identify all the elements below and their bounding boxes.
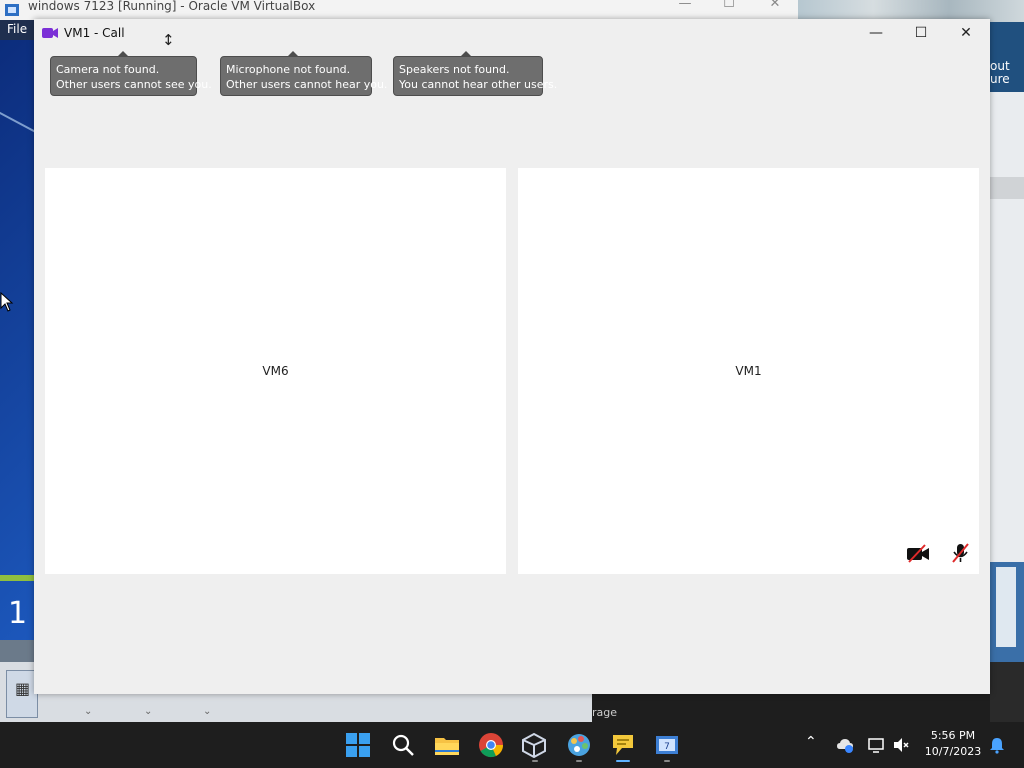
vbox-menubar: File (0, 20, 34, 40)
search-icon[interactable] (390, 732, 416, 758)
onedrive-icon[interactable] (836, 736, 854, 754)
panel-text: rage (592, 706, 618, 719)
app-running-indicator (532, 760, 538, 762)
app-running-indicator (664, 760, 670, 762)
call-titlebar[interactable]: VM1 - Call — ☐ ✕ (34, 19, 990, 47)
virtualbox-title: windows 7123 [Running] - Oracle VM Virtu… (28, 0, 316, 13)
close-button[interactable]: ✕ (946, 21, 986, 45)
volume-muted-icon[interactable] (892, 736, 910, 754)
strip-panel (996, 567, 1016, 647)
notice-line: You cannot hear other users. (399, 78, 558, 91)
minimize-button[interactable]: — (856, 21, 896, 45)
participant-name: VM1 (735, 364, 762, 378)
chrome-icon[interactable] (478, 732, 504, 758)
paint-icon[interactable] (566, 732, 592, 758)
app-running-indicator (576, 760, 582, 762)
desktop-number: 1 (8, 596, 28, 631)
call-window: VM1 - Call — ☐ ✕ ↕ Camera not found. Oth… (34, 19, 990, 694)
grey-bar (0, 640, 34, 662)
notification-bell-icon[interactable] (988, 736, 1006, 754)
app-active-indicator (616, 760, 630, 762)
notice-line: Speakers not found. (399, 63, 510, 76)
clock[interactable]: 5:56 PM 10/7/2023 (918, 728, 988, 760)
clock-date: 10/7/2023 (924, 745, 982, 758)
green-bar (0, 575, 34, 581)
notice-line: Camera not found. (56, 63, 160, 76)
camera-notice: Camera not found. Other users cannot see… (50, 51, 212, 96)
taskbar: 7 ⌃ 5:56 PM 10/7/2023 (0, 722, 1024, 768)
virtualbox-vm-icon[interactable]: 7 (654, 732, 680, 758)
window-title: VM1 - Call (64, 26, 125, 40)
menu-file[interactable]: File (7, 22, 27, 36)
vbox-close-button[interactable]: ✕ (760, 0, 790, 14)
tool-icon: ▦ (15, 679, 31, 698)
chevron-down-icon[interactable]: ⌄ (203, 706, 211, 717)
participant-name: VM6 (262, 364, 289, 378)
video-call-icon (42, 28, 58, 38)
vbox-minimize-button[interactable]: — (670, 0, 700, 14)
clock-time: 5:56 PM (930, 729, 976, 742)
chat-icon[interactable] (610, 732, 636, 758)
chevron-down-icon[interactable]: ⌄ (84, 706, 92, 717)
vbox-maximize-button[interactable]: ☐ (714, 0, 744, 14)
panel-right (990, 662, 1024, 722)
virtualbox-titlebar[interactable]: windows 7123 [Running] - Oracle VM Virtu… (0, 0, 798, 20)
participant-tile-vm6[interactable]: VM6 (45, 168, 506, 574)
notice-line: Other users cannot hear you. (226, 78, 388, 91)
virtualbox-icon[interactable] (521, 732, 547, 758)
notice-line: Other users cannot see you. (56, 78, 212, 91)
speakers-notice: Speakers not found. You cannot hear othe… (393, 51, 558, 96)
file-explorer-icon[interactable] (434, 732, 460, 758)
network-icon[interactable] (867, 736, 885, 754)
virtualbox-icon (5, 4, 19, 16)
strip-text: out ure (990, 59, 1010, 86)
chevron-down-icon[interactable]: ⌄ (144, 706, 152, 717)
svg-text:7: 7 (664, 742, 670, 752)
participant-tile-vm1[interactable]: VM1 (518, 168, 979, 574)
background-window-strip: out ure (990, 22, 1024, 722)
microphone-notice: Microphone not found. Other users cannot… (220, 51, 388, 96)
maximize-button[interactable]: ☐ (901, 21, 941, 45)
resize-cursor-icon: ↕ (162, 31, 175, 49)
camera-off-icon (907, 544, 929, 563)
strip-bar (990, 177, 1024, 199)
start-icon[interactable] (345, 732, 371, 758)
mic-off-icon (952, 543, 969, 563)
chevron-up-icon[interactable]: ⌃ (805, 734, 817, 750)
notice-line: Microphone not found. (226, 63, 351, 76)
mouse-pointer-icon (0, 292, 14, 312)
